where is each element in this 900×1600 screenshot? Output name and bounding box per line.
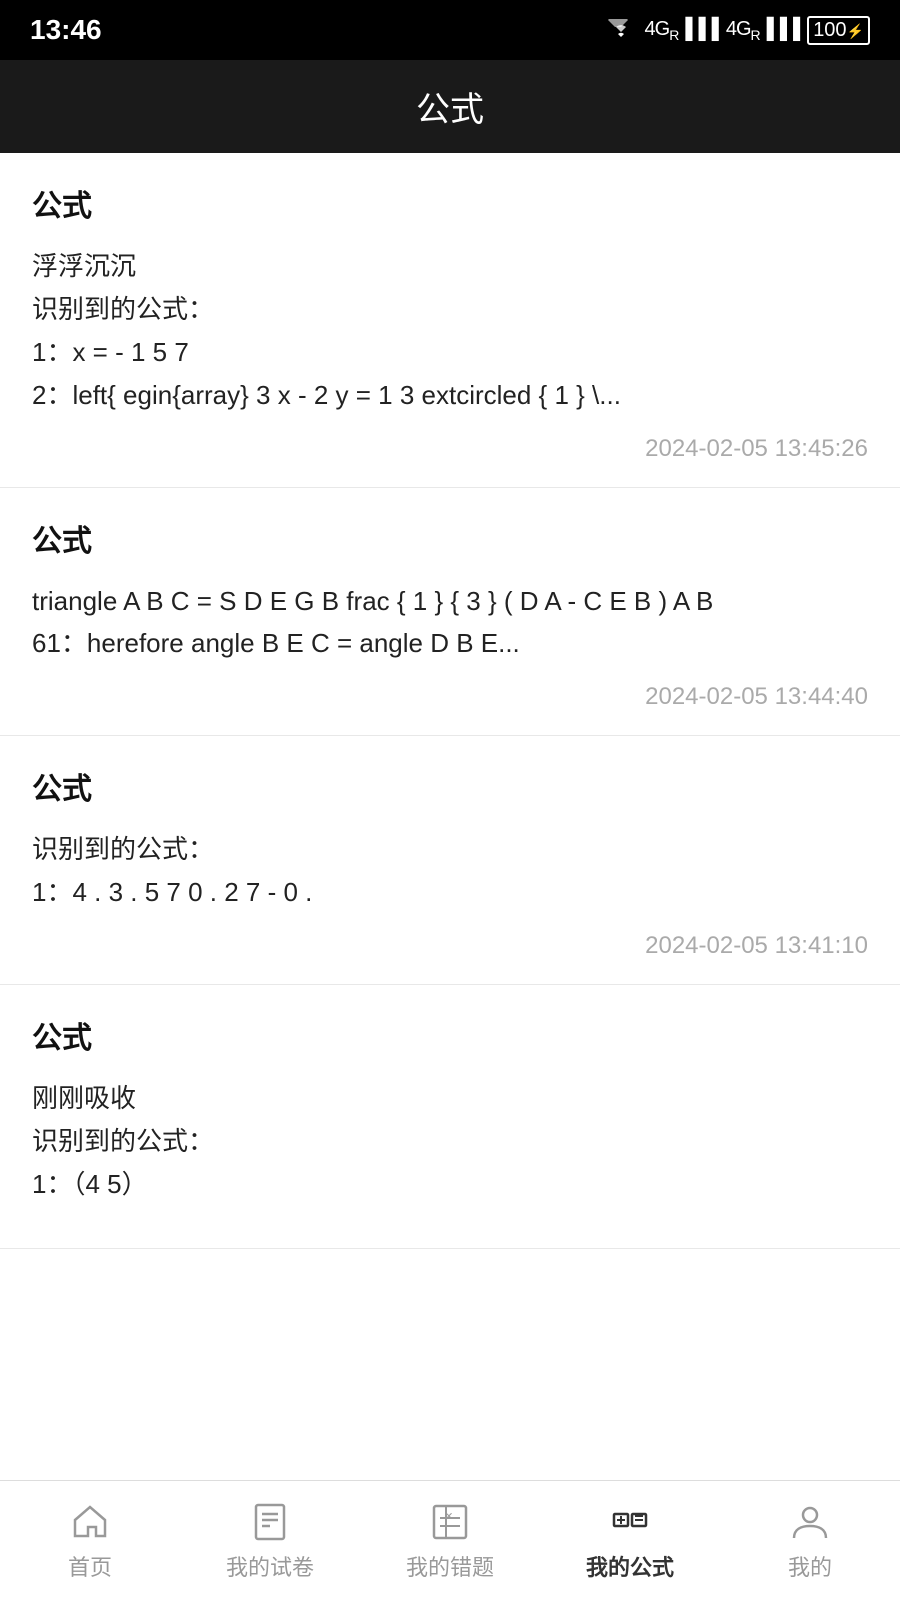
card-line: 1：x = - 1 5 7 [32, 331, 868, 374]
card-title: 公式 [32, 764, 868, 808]
nav-label-exam: 我的试卷 [226, 1550, 314, 1582]
card-body: 刚刚吸收 识别到的公式： 1：（4 5） [32, 1077, 868, 1206]
card-line: 识别到的公式： [32, 1120, 868, 1163]
nav-item-exam[interactable]: 我的试卷 [180, 1500, 360, 1582]
signal-4g-1: 4GR▐▐▐ [645, 18, 718, 43]
card-line: 刚刚吸收 [32, 1077, 868, 1120]
nav-item-mine[interactable]: 我的 [720, 1500, 900, 1582]
nav-item-home[interactable]: 首页 [0, 1500, 180, 1582]
title-bar: 公式 [0, 60, 900, 153]
card-line: 浮浮沉沉 [32, 245, 868, 288]
bottom-nav: 首页 我的试卷 ✕ 我的错题 我的公式 [0, 1480, 900, 1600]
formula-icon [608, 1500, 652, 1544]
home-icon [68, 1500, 112, 1544]
nav-item-formula[interactable]: 我的公式 [540, 1500, 720, 1582]
card-line: 识别到的公式： [32, 828, 868, 871]
card-title: 公式 [32, 181, 868, 225]
formula-card[interactable]: 公式 浮浮沉沉 识别到的公式： 1：x = - 1 5 7 2：left{ eg… [0, 153, 900, 488]
mine-icon [788, 1500, 832, 1544]
battery-icon: 100⚡ [807, 16, 870, 45]
nav-item-wrong[interactable]: ✕ 我的错题 [360, 1500, 540, 1582]
card-body: triangle A B C = S D E G B frac { 1 } { … [32, 580, 868, 666]
exam-icon [248, 1500, 292, 1544]
card-body: 浮浮沉沉 识别到的公式： 1：x = - 1 5 7 2：left{ egin{… [32, 245, 868, 417]
card-line: 1：（4 5） [32, 1163, 868, 1206]
nav-label-mine: 我的 [788, 1550, 832, 1582]
formula-card[interactable]: 公式 刚刚吸收 识别到的公式： 1：（4 5） [0, 985, 900, 1249]
card-time: 2024-02-05 13:41:10 [32, 932, 868, 960]
formula-card[interactable]: 公式 triangle A B C = S D E G B frac { 1 }… [0, 488, 900, 737]
card-line: 1：4 . 3 . 5 7 0 . 2 7 - 0 . [32, 871, 868, 914]
page-title: 公式 [416, 91, 484, 129]
wifi-icon [605, 19, 637, 41]
status-bar: 13:46 4GR▐▐▐ 4GR▐▐▐ 100⚡ [0, 0, 900, 60]
card-line: triangle A B C = S D E G B frac { 1 } { … [32, 580, 868, 623]
card-line: 识别到的公式： [32, 288, 868, 331]
content-area: 公式 浮浮沉沉 识别到的公式： 1：x = - 1 5 7 2：left{ eg… [0, 153, 900, 1480]
svg-text:✕: ✕ [445, 1511, 453, 1522]
nav-label-wrong: 我的错题 [406, 1550, 494, 1582]
wrong-icon: ✕ [428, 1500, 472, 1544]
signal-4g-2: 4GR▐▐▐ [726, 18, 799, 43]
card-line: 2：left{ egin{array} 3 x - 2 y = 1 3 extc… [32, 374, 868, 417]
card-title: 公式 [32, 1013, 868, 1057]
nav-label-formula: 我的公式 [586, 1550, 674, 1582]
card-time: 2024-02-05 13:45:26 [32, 435, 868, 463]
card-time: 2024-02-05 13:44:40 [32, 683, 868, 711]
status-icons: 4GR▐▐▐ 4GR▐▐▐ 100⚡ [605, 16, 870, 45]
card-line: 61：herefore angle B E C = angle D B E... [32, 622, 868, 665]
status-time: 13:46 [30, 14, 102, 46]
nav-label-home: 首页 [68, 1550, 112, 1582]
card-body: 识别到的公式： 1：4 . 3 . 5 7 0 . 2 7 - 0 . [32, 828, 868, 914]
formula-card[interactable]: 公式 识别到的公式： 1：4 . 3 . 5 7 0 . 2 7 - 0 . 2… [0, 736, 900, 985]
card-title: 公式 [32, 516, 868, 560]
